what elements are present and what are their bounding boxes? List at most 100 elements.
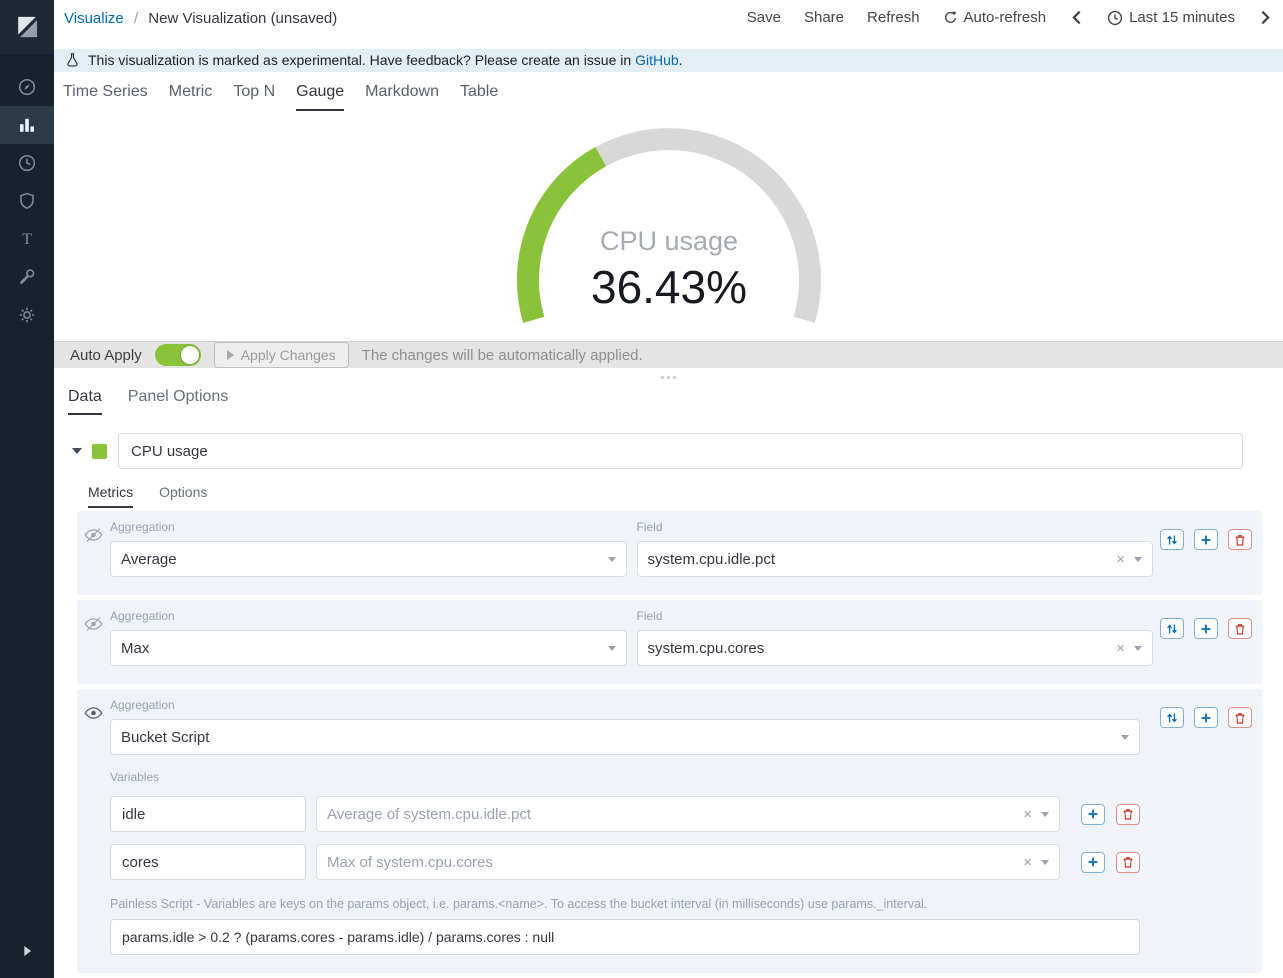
delete-metric-button[interactable] [1228,529,1252,550]
variable-name-input[interactable] [110,844,306,880]
tab-panel-options[interactable]: Panel Options [128,388,229,415]
trash-icon [1121,807,1135,821]
add-metric-button[interactable] [1194,707,1218,728]
save-button[interactable]: Save [747,9,781,26]
chevron-down-icon [1041,860,1049,865]
tab-metric[interactable]: Metric [169,83,213,111]
clear-icon[interactable]: × [1023,807,1032,822]
sidebar-item-dev-tools[interactable] [0,258,54,296]
time-step-back-button[interactable] [1069,9,1084,26]
apply-changes-button[interactable]: Apply Changes [214,342,349,368]
share-button[interactable]: Share [804,9,844,26]
auto-apply-bar: Auto Apply Apply Changes The changes wil… [54,341,1283,368]
tab-markdown[interactable]: Markdown [365,83,439,111]
refresh-button[interactable]: Refresh [867,9,920,26]
play-icon [18,942,36,960]
series-row [72,433,1243,469]
clock-icon [1107,10,1123,26]
svg-text:T: T [22,231,32,248]
metric-visibility-toggle[interactable] [84,608,110,666]
app-sidebar: T [0,0,54,978]
trash-icon [1233,622,1247,636]
add-variable-button[interactable] [1081,852,1105,873]
gauge-label: CPU usage [599,226,737,256]
chevron-down-icon [1134,557,1142,562]
series-collapse-caret[interactable] [72,448,82,454]
field-select[interactable]: system.cpu.cores × [637,630,1154,666]
reorder-metric-button[interactable] [1160,618,1184,639]
sidebar-item-visualize[interactable] [0,106,54,144]
sort-arrows-icon [1165,622,1179,636]
variable-name-input[interactable] [110,796,306,832]
chevron-down-icon [1041,812,1049,817]
tab-gauge[interactable]: Gauge [296,83,344,111]
variables-label: Variables [110,770,1140,784]
github-link[interactable]: GitHub [635,52,679,68]
clear-icon[interactable]: × [1116,552,1125,567]
apply-play-icon [227,350,234,360]
field-select[interactable]: system.cpu.idle.pct × [637,541,1154,577]
painless-script-input[interactable] [110,919,1140,955]
chevron-down-icon [608,557,616,562]
tab-data[interactable]: Data [68,388,102,415]
aggregation-label: Aggregation [110,520,627,534]
variable-value-select[interactable]: Max of system.cpu.cores × [316,844,1060,880]
tab-time-series[interactable]: Time Series [63,83,148,111]
reorder-metric-button[interactable] [1160,707,1184,728]
clear-icon[interactable]: × [1023,855,1032,870]
aggregation-select[interactable]: Bucket Script [110,719,1140,755]
trash-icon [1233,711,1247,725]
metric-visibility-toggle[interactable] [84,697,110,955]
viz-type-tabs: Time Series Metric Top N Gauge Markdown … [54,72,1283,111]
sidebar-item-timelion[interactable]: T [0,220,54,258]
compass-icon [17,77,37,97]
series-color-swatch[interactable] [92,444,107,459]
delete-metric-button[interactable] [1228,707,1252,728]
time-step-forward-button[interactable] [1258,9,1273,26]
series-label-input[interactable] [118,433,1243,469]
breadcrumb-visualize-link[interactable]: Visualize [64,10,124,27]
aggregation-label: Aggregation [110,698,1140,712]
tab-table[interactable]: Table [460,83,498,111]
auto-refresh-icon [943,10,958,25]
auto-apply-toggle[interactable] [155,344,201,366]
chevron-down-icon [608,646,616,651]
trash-icon [1233,533,1247,547]
aggregation-select[interactable]: Average [110,541,627,577]
aggregation-label: Aggregation [110,609,627,623]
metric-visibility-toggle[interactable] [84,519,110,577]
tab-top-n[interactable]: Top N [233,83,275,111]
tab-metrics[interactable]: Metrics [88,484,133,508]
sidebar-item-dashboard[interactable] [0,144,54,182]
time-range-picker[interactable]: Last 15 minutes [1107,9,1235,26]
flask-icon [65,52,80,68]
add-variable-button[interactable] [1081,804,1105,825]
sidebar-item-management[interactable] [0,296,54,334]
delete-variable-button[interactable] [1116,804,1140,825]
variable-value-select[interactable]: Average of system.cpu.idle.pct × [316,796,1060,832]
reorder-metric-button[interactable] [1160,529,1184,550]
gauge-chart: CPU usage 36.43% [504,111,834,341]
delete-variable-button[interactable] [1116,852,1140,873]
breadcrumb-separator: / [134,10,138,27]
chevron-left-icon [1071,9,1082,26]
clear-icon[interactable]: × [1116,641,1125,656]
tab-options[interactable]: Options [159,484,207,508]
kibana-logo-icon [10,10,44,44]
metric-row-actions [1153,697,1252,955]
delete-metric-button[interactable] [1228,618,1252,639]
sidebar-item-discover[interactable] [0,68,54,106]
kibana-logo[interactable] [0,0,54,54]
aggregation-select[interactable]: Max [110,630,627,666]
trash-icon [1121,855,1135,869]
add-metric-button[interactable] [1194,618,1218,639]
sidebar-collapse-button[interactable] [0,932,54,970]
panel-resize-handle[interactable] [54,368,1283,382]
add-metric-button[interactable] [1194,529,1218,550]
metric-row-max: Aggregation Max Field system.cpu.cores × [77,600,1262,684]
top-actions: Save Share Refresh Auto-refresh [747,9,1273,26]
sidebar-item-monitoring[interactable] [0,182,54,220]
eye-slash-icon [84,527,103,543]
auto-refresh-button[interactable]: Auto-refresh [943,9,1047,26]
eye-slash-icon [84,616,103,632]
